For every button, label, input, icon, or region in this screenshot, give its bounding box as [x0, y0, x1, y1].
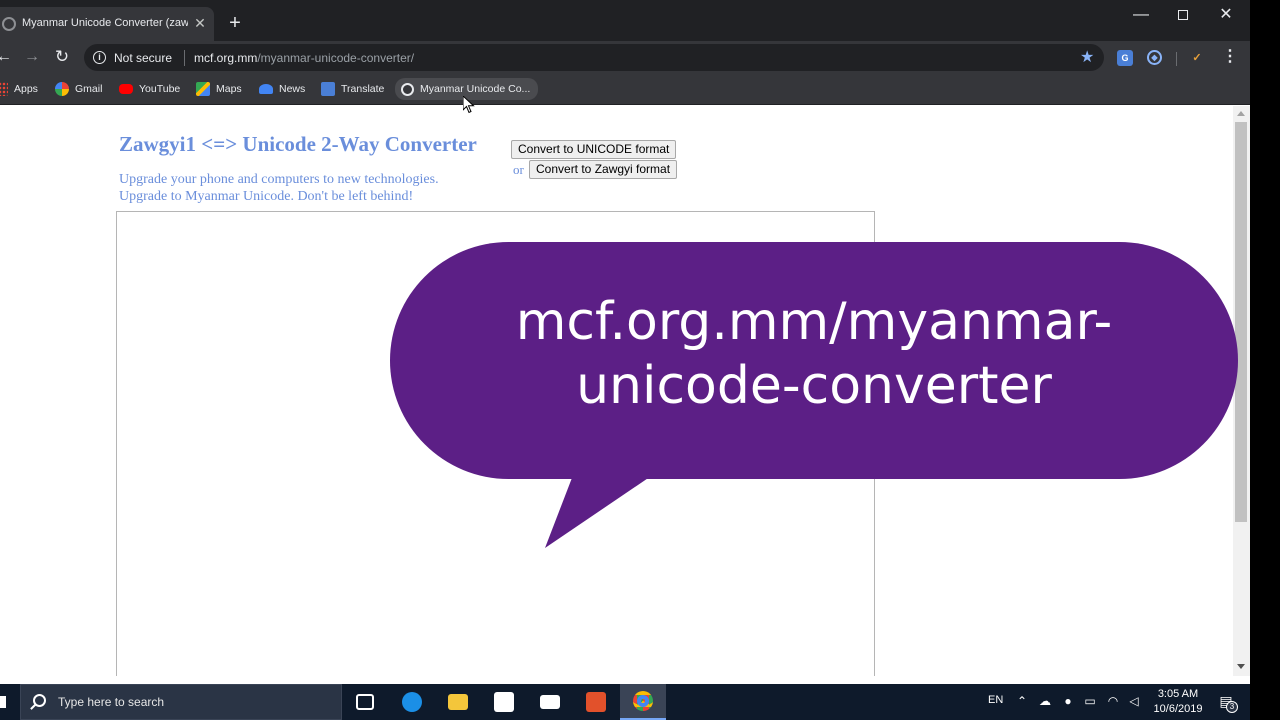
task-view-icon: [356, 694, 374, 710]
notification-center-icon[interactable]: ▤ 3: [1216, 693, 1238, 713]
mouse-cursor-icon: [463, 96, 475, 114]
volume-icon[interactable]: ◁: [1126, 694, 1142, 708]
translate-extension-icon[interactable]: G: [1117, 50, 1133, 66]
scroll-down-arrow-icon[interactable]: [1237, 664, 1245, 669]
back-button[interactable]: ←: [0, 47, 14, 67]
speech-bubble-tail: [545, 470, 660, 548]
chevron-up-icon[interactable]: ⌃: [1014, 694, 1030, 708]
globe-icon: [2, 17, 16, 31]
convert-to-zawgyi-button[interactable]: Convert to Zawgyi format: [529, 160, 678, 179]
bookmark-gmail[interactable]: Gmail: [55, 80, 102, 98]
bookmarks-bar: Apps Gmail YouTube Maps News Translate M…: [0, 74, 1250, 105]
tagline-line-1: Upgrade your phone and computers to new …: [119, 172, 439, 187]
taskbar-task-view[interactable]: [342, 684, 388, 720]
address-divider: [184, 50, 185, 66]
tab-close-icon[interactable]: ✕: [192, 14, 208, 32]
bookmark-translate[interactable]: Translate: [321, 80, 384, 98]
apps-grid-icon: [0, 82, 8, 96]
bookmark-label: Maps: [216, 83, 242, 95]
overlay-line-1: mcf.org.mm/myanmar-: [515, 292, 1113, 352]
clock-date: 10/6/2019: [1153, 703, 1203, 715]
bookmark-star-icon[interactable]: ★: [1080, 47, 1094, 67]
taskbar-search-box[interactable]: Type here to search: [20, 684, 342, 720]
start-button-icon[interactable]: [0, 696, 6, 708]
battery-icon[interactable]: ▭: [1082, 694, 1098, 708]
url-domain: mcf.org.mm: [194, 51, 258, 65]
url-path: /myanmar-unicode-converter/: [257, 51, 415, 65]
address-bar[interactable]: i Not secure mcf.org.mm/myanmar-unicode-…: [84, 44, 1104, 71]
shield-extension-icon[interactable]: ◆: [1147, 50, 1162, 65]
new-tab-button[interactable]: +: [226, 13, 244, 33]
or-label: or: [513, 162, 524, 177]
bookmark-label: Myanmar Unicode Co...: [420, 83, 531, 95]
taskbar-chrome[interactable]: [620, 684, 666, 720]
browser-toolbar: ← → ↻ i Not secure mcf.org.mm/myanmar-un…: [0, 41, 1250, 74]
bookmark-label: News: [279, 83, 306, 95]
desktop-screen: Myanmar Unicode Converter (zawgyi ✕ + — …: [0, 0, 1280, 720]
clock-time: 3:05 AM: [1157, 688, 1199, 700]
bookmark-youtube[interactable]: YouTube: [119, 80, 180, 98]
maximize-icon: [1178, 10, 1188, 20]
bookmark-label: YouTube: [139, 83, 181, 95]
extension-divider: [1176, 52, 1177, 66]
browser-menu-icon[interactable]: ⋮: [1222, 47, 1238, 67]
speech-bubble-overlay: mcf.org.mm/myanmar- unicode-converter: [390, 242, 1238, 479]
language-indicator[interactable]: EN: [988, 694, 1003, 706]
chrome-icon: [633, 691, 653, 711]
bookmark-label: Translate: [341, 83, 385, 95]
not-secure-label[interactable]: Not secure: [114, 51, 172, 65]
overlay-line-2: unicode-converter: [576, 356, 1052, 416]
bookmark-label: Apps: [14, 83, 38, 95]
taskbar-store[interactable]: [481, 684, 527, 720]
taskbar-edge[interactable]: [389, 684, 435, 720]
page-title: Zawgyi1 <=> Unicode 2-Way Converter: [119, 132, 477, 156]
convert-to-unicode-button[interactable]: Convert to UNICODE format: [511, 140, 677, 159]
news-icon: [259, 84, 273, 94]
maximize-button[interactable]: [1168, 4, 1198, 26]
taskbar-mail[interactable]: [527, 684, 573, 720]
reload-button[interactable]: ↻: [52, 47, 72, 67]
google-icon: [55, 82, 69, 96]
folder-icon: [448, 694, 468, 710]
bookmark-label: Gmail: [75, 83, 103, 95]
translate-icon: [321, 82, 335, 96]
store-icon: [494, 692, 514, 712]
window-close-button[interactable]: ✕: [1211, 4, 1241, 26]
bookmark-news[interactable]: News: [259, 80, 305, 98]
minimize-button[interactable]: —: [1126, 4, 1156, 26]
tab-title: Myanmar Unicode Converter (zawgyi: [22, 17, 188, 29]
youtube-icon: [119, 84, 133, 94]
url-text[interactable]: mcf.org.mm/myanmar-unicode-converter/: [194, 51, 414, 65]
bookmark-maps[interactable]: Maps: [196, 80, 242, 98]
windows-taskbar: Type here to search EN ⌃ ☁ ● ▭ ◠ ◁ 3:05 …: [0, 684, 1250, 720]
microphone-icon[interactable]: ●: [1060, 694, 1076, 708]
edge-icon: [402, 692, 422, 712]
overlay-url-text: mcf.org.mm/myanmar- unicode-converter: [390, 290, 1238, 418]
info-icon[interactable]: i: [93, 51, 106, 64]
system-clock[interactable]: 3:05 AM 10/6/2019: [1148, 687, 1208, 717]
bookmark-apps[interactable]: Apps: [0, 80, 38, 98]
search-placeholder: Type here to search: [58, 695, 165, 709]
search-icon: [33, 694, 46, 707]
browser-tab-active[interactable]: Myanmar Unicode Converter (zawgyi ✕: [0, 7, 214, 41]
recorder-app-icon: [586, 692, 606, 712]
wifi-icon[interactable]: ◠: [1105, 694, 1121, 708]
forward-button[interactable]: →: [22, 47, 42, 67]
tagline-line-2: Upgrade to Myanmar Unicode. Don't be lef…: [119, 189, 414, 204]
maps-icon: [196, 82, 210, 96]
scroll-up-arrow-icon[interactable]: [1237, 111, 1245, 116]
tab-strip: Myanmar Unicode Converter (zawgyi ✕ + — …: [0, 0, 1250, 41]
taskbar-file-explorer[interactable]: [435, 684, 481, 720]
mail-icon: [540, 695, 560, 709]
extension-icon[interactable]: ✓: [1189, 50, 1205, 66]
cloud-icon[interactable]: ☁: [1037, 694, 1053, 708]
taskbar-recorder[interactable]: [573, 684, 619, 720]
notification-count-badge: 3: [1226, 701, 1238, 713]
globe-icon: [401, 82, 414, 96]
